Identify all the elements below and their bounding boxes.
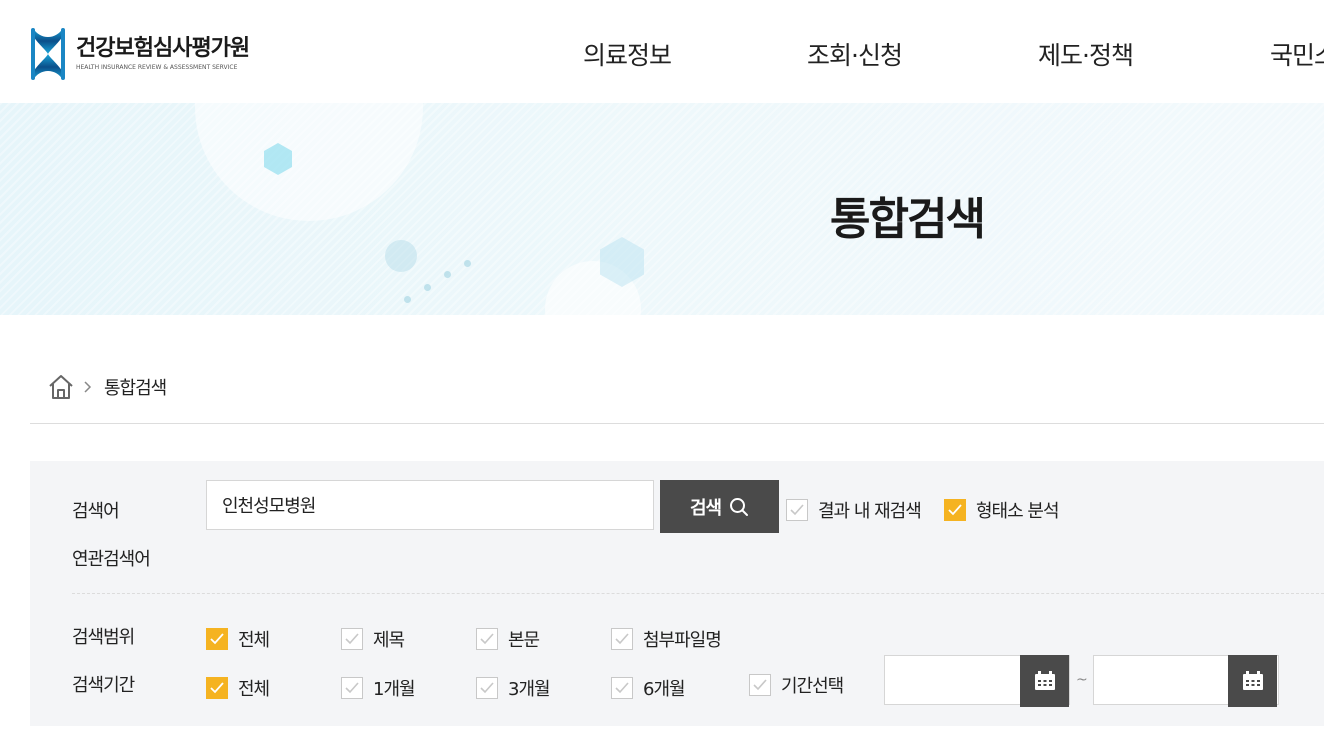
checkbox-box[interactable]: [206, 628, 228, 650]
checkbox-label: 3개월: [508, 679, 551, 700]
calendar-icon: [1034, 671, 1055, 690]
period-6month-checkbox[interactable]: 6개월: [611, 675, 686, 701]
site-logo[interactable]: 건강보험심사평가원 HEALTH INSURANCE REVIEW & ASSE…: [30, 26, 250, 82]
checkbox-box[interactable]: [206, 677, 228, 699]
checkbox-label: 전체: [238, 630, 270, 651]
check-icon: [480, 633, 494, 645]
checkbox-box[interactable]: [476, 628, 498, 650]
checkbox-label: 6개월: [643, 679, 686, 700]
divider: [30, 423, 1324, 424]
checkbox-label: 첨부파일명: [643, 630, 722, 651]
period-custom-checkbox[interactable]: 기간선택: [749, 672, 844, 698]
search-icon: [730, 497, 749, 516]
checkbox-label: 형태소 분석: [976, 501, 1060, 522]
check-icon: [948, 504, 962, 516]
nav-item-policy[interactable]: 제도·정책: [1038, 36, 1134, 72]
banner-deco-dot: [404, 296, 411, 303]
period-1month-checkbox[interactable]: 1개월: [341, 675, 416, 701]
period-3month-checkbox[interactable]: 3개월: [476, 675, 551, 701]
search-panel: 검색어 검색 결과 내 재검색 형태소 분석 연관검색어 검색범위 전체 제목 …: [30, 461, 1324, 726]
banner-deco-hexagon: [264, 143, 292, 175]
nav-item-citizen[interactable]: 국민소: [1270, 36, 1324, 72]
checkbox-label: 본문: [508, 630, 540, 651]
breadcrumb: 통합검색: [48, 372, 167, 402]
logo-name-ko: 건강보험심사평가원: [76, 36, 250, 61]
checkbox-label: 1개월: [373, 679, 416, 700]
search-input[interactable]: [206, 480, 654, 530]
search-button[interactable]: 검색: [660, 480, 779, 533]
start-date-calendar-button[interactable]: [1020, 655, 1069, 707]
banner-deco-dot: [444, 271, 451, 278]
checkbox-box[interactable]: [944, 499, 966, 521]
check-icon: [615, 633, 629, 645]
check-icon: [480, 682, 494, 694]
scope-title-checkbox[interactable]: 제목: [341, 626, 405, 652]
morpheme-analysis-checkbox[interactable]: 형태소 분석: [944, 497, 1060, 523]
checkbox-box[interactable]: [611, 677, 633, 699]
panel-divider: [72, 593, 1324, 594]
chevron-right-icon: [84, 381, 92, 393]
banner-deco-dot: [464, 260, 471, 267]
checkbox-box[interactable]: [749, 674, 771, 696]
logo-name-en: HEALTH INSURANCE REVIEW & ASSESSMENT SER…: [76, 64, 238, 71]
scope-attachment-checkbox[interactable]: 첨부파일명: [611, 626, 722, 652]
check-icon: [345, 633, 359, 645]
checkbox-label: 기간선택: [781, 676, 844, 697]
check-icon: [753, 679, 767, 691]
check-icon: [210, 682, 224, 694]
check-icon: [790, 504, 804, 516]
check-icon: [345, 682, 359, 694]
check-icon: [210, 633, 224, 645]
checkbox-box[interactable]: [341, 628, 363, 650]
checkbox-box[interactable]: [341, 677, 363, 699]
period-label: 검색기간: [72, 675, 135, 696]
banner-deco-dot: [424, 284, 431, 291]
nav-item-medical-info[interactable]: 의료정보: [583, 36, 672, 72]
search-button-label: 검색: [689, 497, 722, 519]
page-title: 통합검색: [830, 194, 986, 245]
checkbox-box[interactable]: [611, 628, 633, 650]
keyword-label: 검색어: [72, 501, 120, 522]
checkbox-box[interactable]: [476, 677, 498, 699]
checkbox-label: 제목: [373, 630, 405, 651]
checkbox-label: 전체: [238, 679, 270, 700]
breadcrumb-current: 통합검색: [104, 378, 167, 399]
scope-all-checkbox[interactable]: 전체: [206, 626, 270, 652]
page-banner: 통합검색: [0, 103, 1324, 315]
research-in-results-checkbox[interactable]: 결과 내 재검색: [786, 497, 922, 523]
checkbox-label: 결과 내 재검색: [818, 501, 922, 522]
related-keywords-label: 연관검색어: [72, 549, 151, 570]
date-range-separator: ~: [1076, 672, 1088, 688]
site-header: 건강보험심사평가원 HEALTH INSURANCE REVIEW & ASSE…: [0, 0, 1324, 103]
logo-mark-icon: [31, 28, 65, 80]
scope-body-checkbox[interactable]: 본문: [476, 626, 540, 652]
checkbox-box[interactable]: [786, 499, 808, 521]
check-icon: [615, 682, 629, 694]
period-all-checkbox[interactable]: 전체: [206, 675, 270, 701]
calendar-icon: [1242, 671, 1263, 690]
end-date-calendar-button[interactable]: [1228, 655, 1277, 707]
nav-item-inquiry[interactable]: 조회·신청: [807, 36, 903, 72]
home-icon[interactable]: [48, 374, 74, 400]
scope-label: 검색범위: [72, 627, 135, 648]
